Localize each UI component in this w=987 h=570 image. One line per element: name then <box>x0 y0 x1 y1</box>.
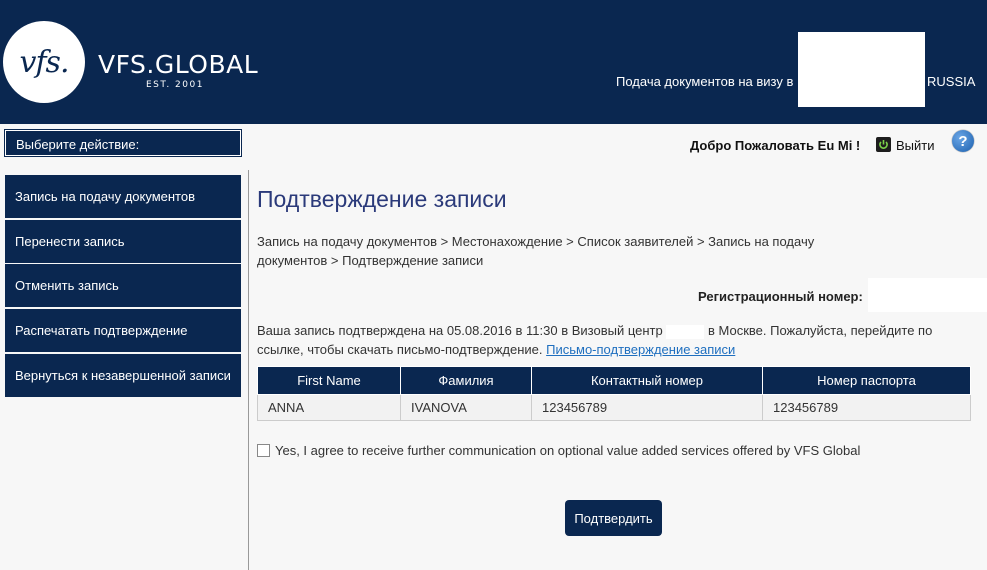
sidebar-item-print[interactable]: Распечатать подтверждение <box>5 309 241 352</box>
cell-first-name: ANNA <box>257 394 401 421</box>
cell-contact-number: 123456789 <box>531 394 763 421</box>
applicant-table: First Name Фамилия Контактный номер Номе… <box>257 366 971 421</box>
cell-passport-number: 123456789 <box>762 394 971 421</box>
sidebar-divider <box>248 170 249 570</box>
table-row: ANNA IVANOVA 123456789 123456789 <box>257 394 971 421</box>
power-icon[interactable] <box>876 137 891 152</box>
table-header-row: First Name Фамилия Контактный номер Номе… <box>257 366 971 395</box>
column-header: First Name <box>257 366 401 395</box>
sidebar-item-cancel[interactable]: Отменить запись <box>5 264 241 307</box>
column-header: Фамилия <box>400 366 532 395</box>
confirmation-text-1: Ваша запись подтверждена на 05.08.2016 в… <box>257 323 663 338</box>
breadcrumb: Запись на подачу документов > Местонахож… <box>257 234 815 268</box>
logo-text: vfs. <box>19 44 70 80</box>
agree-checkbox[interactable] <box>257 444 270 457</box>
brand-est: EST. 2001 <box>146 80 204 90</box>
column-header: Контактный номер <box>531 366 763 395</box>
logout-link[interactable]: Выйти <box>896 138 935 153</box>
page-title: Подтверждение записи <box>257 186 507 212</box>
vfs-logo: vfs. <box>3 21 85 103</box>
redacted-center <box>666 324 705 339</box>
help-icon[interactable]: ? <box>952 130 974 152</box>
confirm-button[interactable]: Подтвердить <box>565 500 662 536</box>
confirmation-letter-link[interactable]: Письмо-подтверждение записи <box>546 342 735 357</box>
select-action-label: Выберите действие: <box>4 129 242 157</box>
brand-name: VFS.GLOBAL <box>98 50 259 79</box>
header-country: RUSSIA <box>927 74 976 89</box>
redacted-box <box>798 32 925 107</box>
cell-last-name: IVANOVA <box>400 394 532 421</box>
header-bar: vfs. VFS.GLOBAL EST. 2001 Подача докумен… <box>0 0 987 124</box>
confirmation-message: Ваша запись подтверждена на 05.08.2016 в… <box>257 321 957 359</box>
sidebar-item-reschedule[interactable]: Перенести запись <box>5 220 241 263</box>
agree-row: Yes, I agree to receive further communic… <box>257 443 860 458</box>
registration-number-value <box>868 278 987 312</box>
registration-number-label: Регистрационный номер: <box>698 289 863 304</box>
sidebar-item-resume[interactable]: Вернуться к незавершенной записи <box>5 354 241 397</box>
column-header: Номер паспорта <box>762 366 971 395</box>
agree-label: Yes, I agree to receive further communic… <box>275 443 861 458</box>
sidebar-item-book[interactable]: Запись на подачу документов <box>5 175 241 218</box>
welcome-text: Добро Пожаловать Eu Mi ! <box>690 138 861 153</box>
header-submit-text: Подача документов на визу в <box>616 74 794 89</box>
